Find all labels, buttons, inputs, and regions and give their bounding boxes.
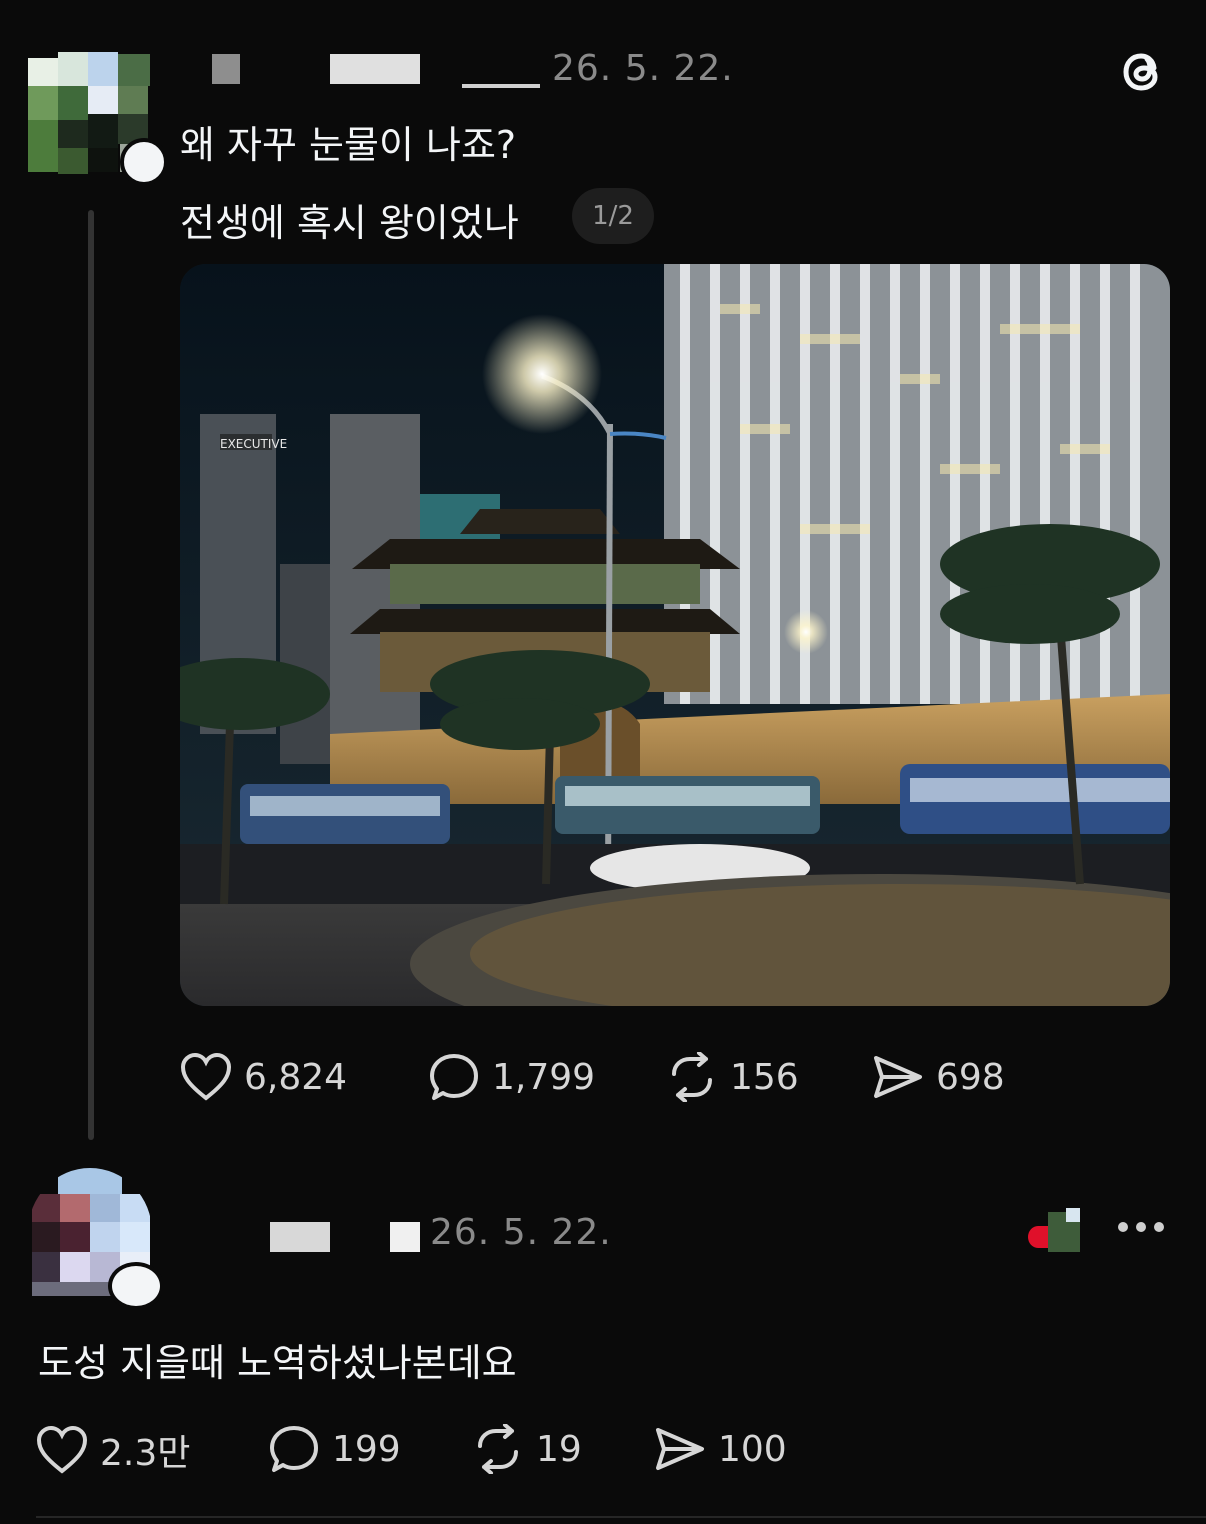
tower-sign: EXECUTIVE [220,437,287,451]
heart-icon [180,1052,232,1101]
speech-bubble-icon [270,1426,318,1472]
reply-username-blurred-2 [390,1222,420,1252]
divider [36,1516,1206,1518]
repost-icon [672,1052,712,1102]
like-button[interactable]: 6,824 [180,1052,347,1102]
reply-share-count: 100 [718,1428,787,1470]
repost-button[interactable]: 156 [666,1052,799,1102]
username-underline [462,84,540,88]
reply-repost-count: 19 [536,1428,582,1470]
reply-repost-button[interactable]: 19 [472,1424,582,1474]
paper-plane-icon [874,1056,922,1098]
thread-line [88,210,94,1140]
post-photo[interactable]: EXECUTIVE [180,264,1170,1006]
reply-like-button[interactable]: 2.3만 [36,1424,190,1476]
page-indicator: 1/2 [572,188,654,244]
post-date: 26. 5. 22. [552,48,734,89]
reply-comment-button[interactable]: 199 [268,1424,401,1474]
comment-count: 1,799 [492,1056,596,1098]
username-blurred-2 [330,54,420,84]
comment-button[interactable]: 1,799 [428,1052,595,1102]
reply-comment-count: 199 [332,1428,401,1470]
share-button[interactable]: 698 [872,1052,1005,1102]
post-text-line-1: 왜 자꾸 눈물이 나죠? [180,123,517,167]
reply-share-button[interactable]: 100 [654,1424,787,1474]
repost-icon [478,1424,518,1474]
night-palace-image: EXECUTIVE [180,264,1170,1006]
repost-count: 156 [730,1056,799,1098]
reply-like-count: 2.3만 [100,1433,191,1474]
share-count: 698 [936,1056,1005,1098]
reply-follow-badge[interactable] [108,1262,164,1310]
reply-attached-thumb[interactable] [1028,1208,1080,1254]
username-blurred[interactable] [212,54,240,84]
heart-icon [36,1425,88,1474]
threads-logo-icon[interactable] [1114,44,1170,100]
like-count: 6,824 [244,1056,348,1098]
more-horizontal-icon[interactable] [1118,1222,1164,1232]
reply-text: 도성 지을때 노역하셨나본데요 [38,1341,517,1385]
reply-date: 26. 5. 22. [430,1212,612,1253]
speech-bubble-icon [430,1054,478,1100]
follow-badge[interactable] [120,138,168,186]
reply-username-blurred[interactable] [270,1222,330,1252]
post-text-line-2: 전생에 혹시 왕이었나 [180,201,519,245]
paper-plane-icon [656,1428,704,1470]
